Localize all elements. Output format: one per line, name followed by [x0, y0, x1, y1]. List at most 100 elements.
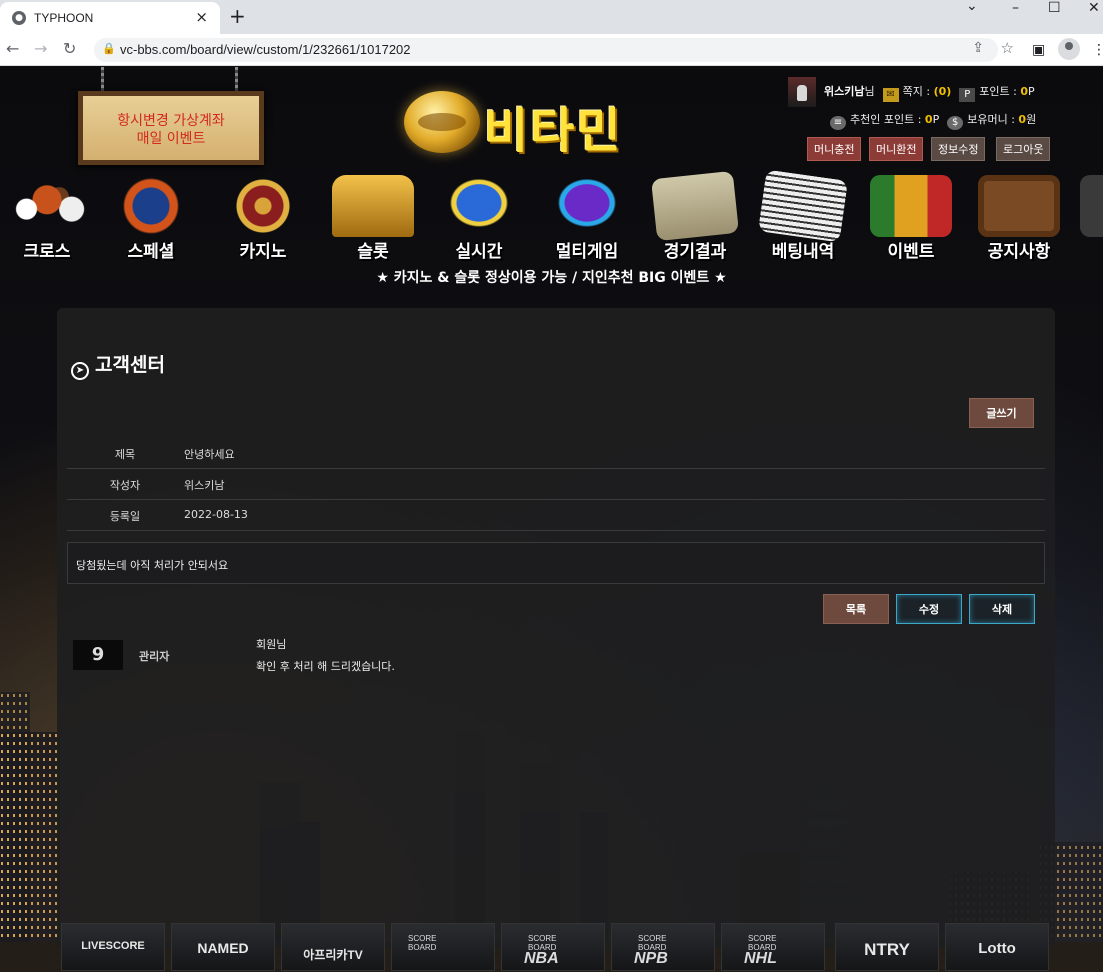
point-p-icon: P [959, 88, 976, 102]
address-bar[interactable]: 🔒 vc-bbs.com/board/view/custom/1/232661/… [94, 38, 1014, 62]
user-level-avatar [788, 77, 816, 107]
reload-icon[interactable]: ↻ [63, 39, 76, 58]
list-button[interactable]: 목록 [823, 594, 889, 624]
profile-avatar-icon[interactable] [1058, 38, 1080, 60]
info-row-date: 등록일 2022-08-13 [67, 500, 1045, 531]
user-balance-line: ≡ 추천인 포인트 : 0P $ 보유머니 : 0원 [822, 111, 1036, 130]
notice-marquee: ★ 카지노 & 슬롯 정상이용 가능 / 지인추천 BIG 이벤트 ★ [376, 270, 727, 286]
nav-betting-history[interactable]: 베팅내역 [748, 169, 858, 265]
site-logo[interactable]: 비타민 [484, 91, 622, 161]
sponsor-afreecatv[interactable]: 아프리카TV [281, 923, 385, 971]
referral-unit: P [932, 113, 940, 126]
money-exchange-button[interactable]: 머니환전 [869, 137, 924, 161]
event-sign-line1: 항시변경 가상계좌 [117, 113, 225, 129]
money-charge-button[interactable]: 머니충전 [807, 137, 862, 161]
comment-author: 관리자 [139, 650, 170, 663]
sponsor-scoreboard-nhl[interactable]: SCORE BOARD NHL [721, 923, 825, 971]
sign-chain-right [235, 67, 238, 93]
checklist-icon [650, 170, 740, 242]
side-panel-icon[interactable]: ▣ [1032, 42, 1045, 58]
lotto-text: Lotto [978, 940, 1016, 957]
admin-level-number: 9 [91, 644, 105, 665]
nav-cross[interactable]: 크로스 [0, 175, 102, 265]
nhl-main-text: NHL [744, 950, 777, 967]
edit-button[interactable]: 수정 [896, 594, 962, 624]
date-label: 등록일 [109, 510, 141, 523]
comment-line1: 회원님 [256, 638, 287, 651]
nav-more[interactable]: 고 [1066, 175, 1103, 265]
sponsor-livescore[interactable]: LIVESCORE [61, 923, 165, 971]
lock-icon[interactable]: 🔒 [102, 42, 116, 55]
nav-notice-label: 공지사항 [987, 242, 1051, 262]
delete-button[interactable]: 삭제 [969, 594, 1035, 624]
author-value: 위스키남 [184, 479, 225, 492]
user-summary-line: 위스키남님 ✉ 쪽지 : (0) P 포인트 : 0P [824, 83, 1035, 102]
notice-board-icon [978, 175, 1060, 237]
post-content: 당첨됬는데 아직 처리가 안되서요 [67, 542, 1045, 584]
nav-notice[interactable]: 공지사항 [964, 175, 1074, 265]
close-window-icon[interactable]: ✕ [1088, 0, 1100, 16]
close-tab-icon[interactable]: × [195, 8, 208, 26]
nav-event-label: 이벤트 [887, 242, 935, 262]
new-tab-icon[interactable]: + [229, 4, 246, 28]
ntry-text: NTRY [864, 940, 910, 959]
sponsor-lotto[interactable]: Lotto [945, 923, 1049, 971]
minimize-window-icon[interactable]: – [1012, 0, 1019, 16]
browser-tab[interactable]: ● TYPHOON × [0, 2, 220, 34]
board-title: ➤ 고객센터 [71, 350, 165, 380]
board-title-text: 고객센터 [95, 354, 165, 376]
nav-multigame[interactable]: 멀티게임 [532, 175, 642, 265]
multigame-icon [546, 175, 628, 237]
sponsor-scoreboard-npb[interactable]: SCORE BOARD NPB [611, 923, 715, 971]
scoreboard-top-text: SCORE BOARD [408, 934, 437, 952]
subject-label: 제목 [114, 448, 136, 461]
browser-tab-strip: ● TYPHOON × + ⌄ – ☐ ✕ [0, 0, 1103, 34]
site-favicon-icon: ● [12, 11, 26, 25]
edit-profile-button[interactable]: 정보수정 [931, 137, 986, 161]
logout-button[interactable]: 로그아웃 [996, 137, 1051, 161]
sponsor-scoreboard-nba[interactable]: SCORE BOARD NBA [501, 923, 605, 971]
nav-more-label: 고 [1066, 237, 1103, 262]
nav-results[interactable]: 경기결과 [640, 170, 750, 265]
nav-slot[interactable]: 슬롯 [318, 175, 428, 265]
nav-casino-label: 카지노 [239, 242, 287, 262]
referral-label: 추천인 포인트 : [850, 113, 922, 126]
mail-icon[interactable]: ✉ [882, 88, 899, 102]
maximize-window-icon[interactable]: ☐ [1048, 0, 1061, 16]
nav-multigame-label: 멀티게임 [555, 242, 619, 262]
tab-search-chevron-icon[interactable]: ⌄ [966, 0, 978, 14]
sponsor-scoreboard[interactable]: SCORE BOARD [391, 923, 495, 971]
event-sign-line2: 매일 이벤트 [136, 131, 206, 147]
gold-coin-logo-icon[interactable] [404, 91, 480, 153]
admin-level-badge: 9 [73, 640, 123, 670]
afreecatv-text: 아프리카TV [303, 948, 363, 962]
npb-main-text: NPB [634, 950, 668, 967]
user-name-suffix: 님 [864, 85, 875, 98]
referral-value: 0 [924, 113, 933, 126]
info-row-subject: 제목 안녕하세요 [67, 438, 1045, 469]
money-icon: $ [947, 116, 964, 130]
post-content-text: 당첨됬는데 아직 처리가 안되서요 [76, 559, 229, 572]
user-name: 위스키남 [824, 85, 865, 98]
date-value: 2022-08-13 [184, 508, 248, 521]
write-button[interactable]: 글쓰기 [969, 398, 1034, 428]
nav-realtime[interactable]: 실시간 [424, 175, 534, 265]
sponsor-named[interactable]: NAMED [171, 923, 275, 971]
nav-event[interactable]: 이벤트 [856, 175, 966, 265]
livescore-text: LIVESCORE [81, 940, 145, 952]
forward-icon[interactable]: → [34, 39, 47, 58]
browser-menu-icon[interactable]: ⋮ [1092, 42, 1103, 58]
fire-ball-icon [110, 175, 192, 237]
sponsor-ntry[interactable]: NTRY [835, 923, 939, 971]
slot-machine-icon [332, 175, 414, 237]
message-count[interactable]: (0) [934, 85, 952, 98]
nav-casino[interactable]: 카지노 [208, 175, 318, 265]
share-icon[interactable]: ⇪ [972, 40, 984, 56]
info-row-author: 작성자 위스키남 [67, 469, 1045, 500]
event-sign-banner[interactable]: 항시변경 가상계좌 매일 이벤트 [78, 91, 264, 165]
nav-special[interactable]: 스페셜 [96, 175, 206, 265]
bookmark-star-icon[interactable]: ☆ [1001, 39, 1014, 57]
address-toolbar: ← → ↻ 🔒 vc-bbs.com/board/view/custom/1/2… [0, 34, 1103, 66]
nav-betting-history-label: 베팅내역 [771, 242, 835, 262]
back-icon[interactable]: ← [6, 39, 19, 58]
